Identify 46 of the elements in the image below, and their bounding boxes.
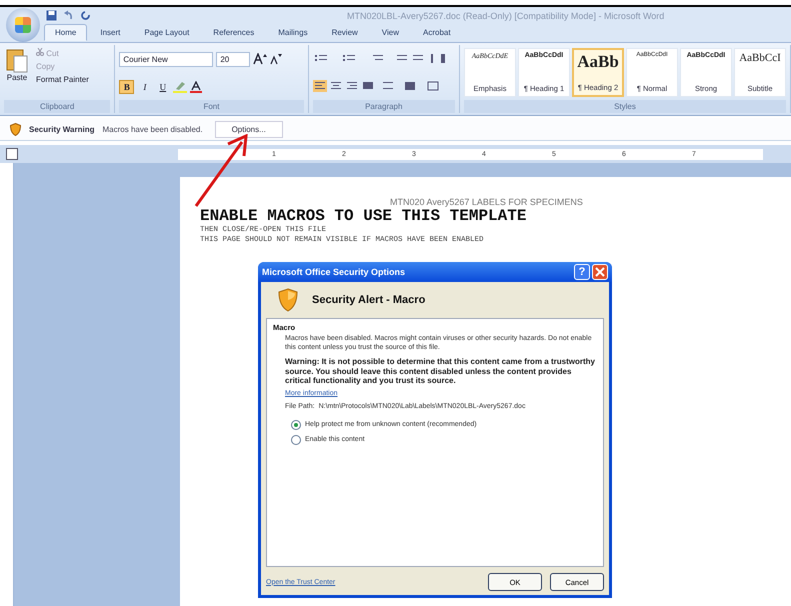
scissors-icon [36, 48, 44, 56]
close-button[interactable] [592, 264, 608, 280]
security-message: Macros have been disabled. [102, 124, 203, 134]
help-button[interactable]: ? [574, 264, 590, 280]
window-title: MTN020LBL-Avery5267.doc (Read-Only) [Compatibility Mode] - Microsoft Word [347, 10, 664, 20]
alert-title: Security Alert - Macro [312, 294, 426, 306]
options-button[interactable]: Options... [214, 120, 283, 138]
format-button[interactable]: B [119, 80, 134, 94]
font-color-icon [190, 80, 202, 92]
ribbon-tab[interactable]: Mailings [267, 24, 319, 41]
radio-button[interactable] [291, 420, 301, 430]
redo-icon[interactable] [80, 10, 91, 21]
highlighter-icon [173, 80, 188, 92]
dialog-title: Microsoft Office Security Options [262, 267, 406, 277]
ribbon-tab[interactable]: Acrobat [412, 24, 462, 41]
group-label: Clipboard [4, 100, 110, 113]
clipboard-icon [6, 47, 28, 73]
group-label: Styles [464, 100, 786, 113]
document-heading: ENABLE MACROS TO USE THIS TEMPLATE [200, 207, 528, 225]
grow-font-icon [253, 53, 268, 65]
radio-button[interactable] [291, 434, 301, 444]
format-button[interactable]: I [137, 80, 152, 94]
shield-icon [10, 122, 21, 136]
group-label: Font [119, 100, 304, 113]
font-size-field[interactable]: 20 [216, 52, 250, 66]
close-icon [595, 267, 605, 277]
ribbon-tab[interactable]: View [370, 24, 410, 41]
shrink-font-icon [270, 53, 282, 65]
font-name-field[interactable]: Courier New [119, 52, 214, 66]
shield-icon [278, 288, 298, 312]
warning-text: Warning: It is not possible to determine that this content came from a trustworthy source. You should leave this content disabled unless the content provides critical functionality and you trust its source. [285, 357, 596, 386]
save-icon[interactable] [46, 10, 57, 21]
format-button[interactable]: U [155, 80, 170, 94]
ribbon-tab[interactable]: Insert [89, 24, 132, 41]
ribbon-tab[interactable]: Home [44, 24, 88, 41]
office-button[interactable] [6, 8, 40, 42]
ribbon-tab[interactable]: References [202, 24, 266, 41]
paste-button[interactable]: Paste [4, 45, 30, 100]
security-warning-label: Security Warning [29, 124, 94, 134]
tab-selector-button[interactable] [6, 148, 18, 160]
document-header: MTN020 Avery5267 LABELS FOR SPECIMENS [389, 197, 584, 207]
ribbon-tab[interactable]: Review [320, 24, 369, 41]
group-label: Paragraph [312, 100, 455, 113]
ribbon-tab[interactable]: Page Layout [133, 24, 200, 41]
undo-icon[interactable] [63, 10, 74, 21]
format-painter-button[interactable]: Format Painter [34, 74, 91, 85]
